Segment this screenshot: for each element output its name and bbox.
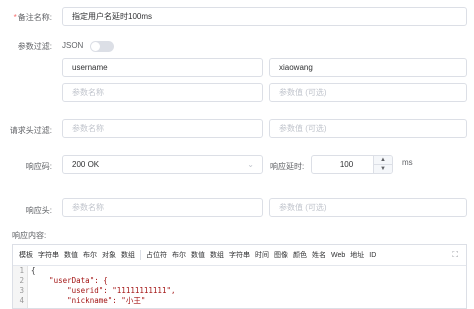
header-filter-label: 请求头过滤: [9,126,52,135]
line-text: "nickname": "小王" [31,296,146,305]
line-number: 3 [19,286,24,295]
fullscreen-icon[interactable]: ⛶ [452,250,458,260]
line-number: 4 [19,296,24,305]
response-delay-label: 响应延时: [270,162,305,171]
header-name-input[interactable]: 参数名称 [62,119,263,138]
code-line: 4 "nickname": "小王" [13,296,466,306]
toolbar-ph-number[interactable]: 数值 [191,250,205,260]
toolbar-ph-string[interactable]: 字符串 [229,250,250,260]
param-name-input-empty[interactable]: 参数名称 [62,83,263,102]
toggle-knob [91,42,100,51]
toolbar-ph-boolean[interactable]: 布尔 [172,250,186,260]
response-header-value-input[interactable]: 参数值 (可选) [269,198,467,217]
json-switch-label: JSON [62,41,84,50]
toolbar-ph-array[interactable]: 数组 [210,250,224,260]
line-text: { [31,266,36,275]
line-number: 2 [19,276,24,285]
toolbar-template[interactable]: 模板 [19,250,33,260]
remark-label: *备注名称: [0,12,52,23]
response-body-editor[interactable]: 模板 字符串 数值 布尔 对象 数组 占位符 布尔 数值 数组 字符串 时间 图… [12,244,467,309]
line-number: 1 [19,266,24,275]
param-value-input-empty[interactable]: 参数值 (可选) [269,83,467,102]
remark-input[interactable]: 指定用户名延时100ms [62,7,467,26]
header-value-input[interactable]: 参数值 (可选) [269,119,467,138]
param-name-input[interactable]: username [62,58,263,77]
toolbar-placeholder[interactable]: 占位符 [146,250,167,260]
toolbar-ph-time[interactable]: 时间 [255,250,269,260]
increase-button[interactable]: ▲ [374,156,392,165]
required-asterisk: * [13,13,17,22]
toolbar-ph-address[interactable]: 地址 [350,250,364,260]
param-filter-label: 参数过滤: [17,42,52,51]
response-header-name-input[interactable]: 参数名称 [62,198,263,217]
decrease-button[interactable]: ▼ [374,165,392,173]
toolbar-object[interactable]: 对象 [102,250,116,260]
toolbar-number[interactable]: 数值 [64,250,78,260]
response-delay-value: 100 [339,160,354,169]
editor-toolbar: 模板 字符串 数值 布尔 对象 数组 占位符 布尔 数值 数组 字符串 时间 图… [13,245,466,266]
chevron-down-icon: ⌄ [247,160,254,169]
response-code-select[interactable]: 200 OK ⌄ [62,155,263,174]
response-delay-stepper[interactable]: 100 ▲ ▼ [311,155,393,174]
code-line: 2 "userData": { [13,276,466,286]
param-value-input[interactable]: xiaowang [269,58,467,77]
toolbar-ph-id[interactable]: ID [369,252,376,259]
json-toggle[interactable] [90,41,114,52]
toolbar-array[interactable]: 数组 [121,250,135,260]
response-code-label: 响应码: [25,162,52,171]
code-area[interactable]: 1{ 2 "userData": { 3 "userid": "11111111… [13,266,466,308]
line-text: "userid": "11111111111", [31,286,176,295]
toolbar-divider [140,250,141,260]
response-body-label: 响应内容: [12,231,47,240]
code-line: 3 "userid": "11111111111", [13,286,466,296]
delay-unit: ms [402,158,413,167]
response-header-label: 响应头: [25,206,52,215]
response-code-value: 200 OK [72,160,100,169]
toolbar-ph-web[interactable]: Web [331,252,345,259]
remark-label-text: 备注名称: [17,13,52,22]
toolbar-ph-name[interactable]: 姓名 [312,250,326,260]
toolbar-string[interactable]: 字符串 [38,250,59,260]
toolbar-ph-color[interactable]: 颜色 [293,250,307,260]
toolbar-ph-image[interactable]: 图像 [274,250,288,260]
code-line: 1{ [13,266,466,276]
line-text: "userData": { [31,276,108,285]
stepper-buttons: ▲ ▼ [373,156,392,173]
toolbar-boolean[interactable]: 布尔 [83,250,97,260]
